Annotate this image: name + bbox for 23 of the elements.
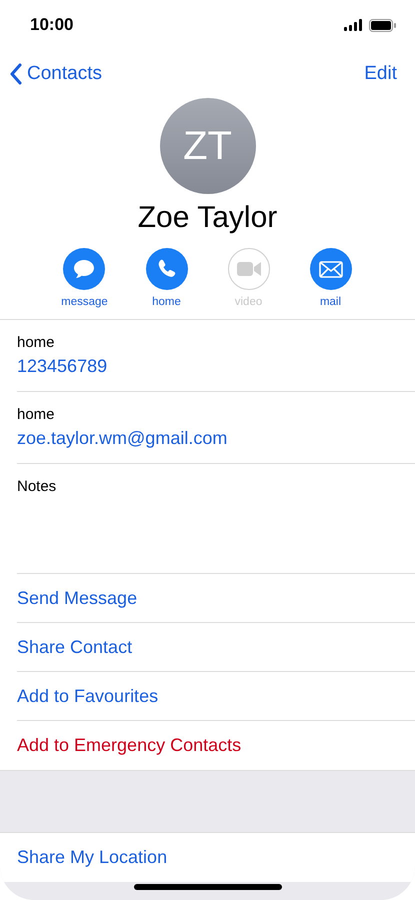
phone-icon xyxy=(156,259,176,279)
home-indicator[interactable] xyxy=(134,884,282,890)
speech-bubble-icon xyxy=(73,259,96,279)
action-row-link[interactable]: Add to Favourites xyxy=(17,686,158,706)
edit-button[interactable]: Edit xyxy=(364,63,397,85)
chevron-left-icon xyxy=(9,63,22,85)
back-button[interactable]: Contacts xyxy=(9,63,102,85)
avatar: ZT xyxy=(160,98,256,194)
field-label: Notes xyxy=(17,478,56,495)
action-row-link[interactable]: Send Message xyxy=(17,588,138,608)
battery-icon xyxy=(369,18,396,32)
status-time: 10:00 xyxy=(30,15,74,35)
action-row-link[interactable]: Share My Location xyxy=(17,847,168,868)
contact-name: Zoe Taylor xyxy=(138,200,278,236)
field-label: home xyxy=(17,406,55,423)
action-row-link[interactable]: Add to Emergency Contacts xyxy=(17,735,242,756)
field-value[interactable]: 123456789 xyxy=(17,356,108,377)
envelope-icon xyxy=(318,260,342,278)
video-camera-icon xyxy=(236,261,260,277)
field-value[interactable]: zoe.taylor.wm@gmail.com xyxy=(17,428,228,449)
action-row-link[interactable]: Share Contact xyxy=(17,636,132,658)
field-label: home xyxy=(17,334,55,351)
signal-icon xyxy=(344,19,363,31)
